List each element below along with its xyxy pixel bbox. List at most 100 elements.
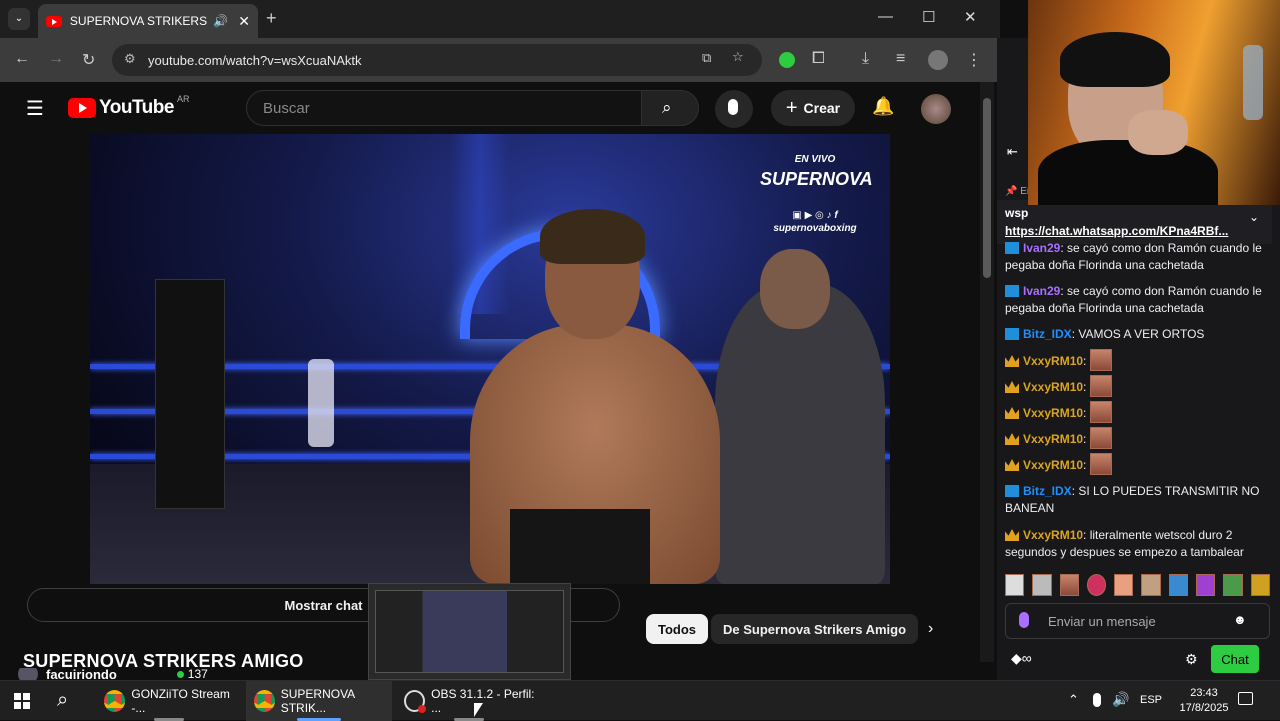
- pinned-message[interactable]: wsp https://chat.whatsapp.com/KPna4RBf..…: [997, 200, 1272, 244]
- chat-username[interactable]: Bitz_IDX: [1023, 484, 1072, 498]
- chat-colon: :: [1083, 406, 1090, 420]
- back-icon[interactable]: ←: [14, 50, 30, 68]
- taskbar-item-obs[interactable]: OBS 31.1.2 - Perfil: ...: [396, 681, 542, 721]
- region-code: AR: [176, 94, 190, 104]
- emote-icon[interactable]: [1141, 574, 1161, 596]
- new-tab-button[interactable]: +: [266, 8, 277, 29]
- download-icon[interactable]: ⤓: [862, 50, 869, 68]
- windows-start-icon[interactable]: [14, 693, 30, 709]
- tab-title: SUPERNOVA STRIKERS AMI: [69, 14, 209, 28]
- voice-search-button[interactable]: [715, 90, 753, 128]
- chips-next-icon[interactable]: ›: [928, 620, 933, 638]
- taskbar-item-chrome-gonzito[interactable]: GONZiiTO Stream -...: [96, 681, 242, 721]
- chat-username[interactable]: VxxyRM10: [1023, 380, 1083, 394]
- emote-icon: [1089, 349, 1112, 371]
- microphone-icon[interactable]: [1019, 612, 1029, 628]
- install-icon[interactable]: ⧉: [702, 50, 711, 66]
- chat-message: VxxyRM10:: [1005, 401, 1267, 423]
- channel-name[interactable]: facuiriondo: [46, 668, 117, 680]
- emote-icon[interactable]: [1059, 574, 1079, 596]
- obs-preview-thumbnail[interactable]: [368, 583, 571, 680]
- taskbar-item-chrome-supernova[interactable]: SUPERNOVA STRIK...: [246, 681, 392, 721]
- emote-icon[interactable]: [1196, 574, 1216, 596]
- tray-chevron-icon[interactable]: ⌃: [1068, 692, 1079, 708]
- youtube-logo-text: YouTube: [99, 97, 174, 118]
- emote-icon[interactable]: [1168, 574, 1189, 596]
- boxer-hair: [540, 209, 645, 264]
- person-body: [1038, 140, 1218, 205]
- emote-icon: [1089, 427, 1112, 449]
- emote-icon[interactable]: [1032, 574, 1052, 596]
- social-icons: ▣ ▶ ◎ ♪ f: [792, 210, 838, 221]
- media-control-icon[interactable]: ≡: [896, 50, 905, 68]
- profile-avatar[interactable]: [928, 50, 948, 70]
- emote-icon[interactable]: [1005, 574, 1025, 596]
- site-info-icon[interactable]: ⚙: [124, 51, 136, 67]
- notifications-icon[interactable]: [1238, 692, 1253, 705]
- collapse-chat-icon[interactable]: ⇤: [1007, 144, 1018, 160]
- chat-username[interactable]: VxxyRM10: [1023, 528, 1083, 542]
- maximize-button[interactable]: ☐: [922, 8, 935, 26]
- youtube-logo[interactable]: YouTube AR: [68, 94, 190, 119]
- plus-icon: +: [785, 96, 798, 119]
- url-field[interactable]: ⚙ youtube.com/watch?v=wsXcuaNAktk ⧉ ☆: [112, 44, 762, 76]
- emote-icon[interactable]: [1114, 574, 1134, 596]
- bits-icon[interactable]: ◆∞: [1011, 650, 1032, 667]
- settings-gear-icon[interactable]: ⚙: [1185, 651, 1198, 668]
- url-text: youtube.com/watch?v=wsXcuaNAktk: [148, 52, 362, 68]
- extension-green-icon[interactable]: [779, 52, 795, 68]
- chat-username[interactable]: VxxyRM10: [1023, 406, 1083, 420]
- notifications-bell-icon[interactable]: 🔔: [872, 96, 894, 117]
- chat-username[interactable]: Ivan29: [1023, 241, 1060, 255]
- chat-username[interactable]: Bitz_IDX: [1023, 327, 1072, 341]
- extensions-icon[interactable]: ⧠: [812, 50, 825, 68]
- volume-icon[interactable]: 🔊: [1112, 691, 1129, 708]
- close-window-button[interactable]: ✕: [964, 8, 977, 26]
- clock[interactable]: 23:43 17/8/2025: [1174, 686, 1234, 716]
- chat-username[interactable]: VxxyRM10: [1023, 432, 1083, 446]
- language-indicator[interactable]: ESP: [1140, 694, 1162, 706]
- live-dot-icon: [176, 670, 184, 678]
- menu-dots-icon[interactable]: ⋮: [966, 50, 982, 70]
- clock-date: 17/8/2025: [1179, 702, 1229, 714]
- search-icon[interactable]: ⌕: [57, 689, 68, 712]
- chip-all[interactable]: Todos: [646, 614, 709, 644]
- speaker-icon[interactable]: 🔊: [213, 14, 228, 28]
- emoji-icon[interactable]: ☻: [1233, 612, 1247, 627]
- chat-colon: :: [1083, 458, 1090, 472]
- emote-icon[interactable]: [1250, 574, 1270, 596]
- account-avatar[interactable]: [921, 94, 951, 124]
- chat-username[interactable]: Ivan29: [1023, 284, 1060, 298]
- search-button[interactable]: ⌕: [641, 90, 699, 126]
- tab-youtube[interactable]: SUPERNOVA STRIKERS AMI 🔊 ✕: [38, 4, 258, 38]
- send-chat-button[interactable]: Chat: [1211, 645, 1259, 673]
- channel-avatar[interactable]: [18, 668, 38, 680]
- chat-message: VxxyRM10: literalmente wetscol duro 2 se…: [1005, 527, 1267, 561]
- search-input[interactable]: Buscar: [246, 90, 642, 126]
- pinned-title: wsp: [1005, 206, 1029, 220]
- chat-colon: :: [1083, 528, 1090, 542]
- chat-input[interactable]: Enviar un mensaje: [1005, 603, 1270, 639]
- chevron-down-icon[interactable]: ⌄: [1249, 210, 1259, 224]
- minimize-button[interactable]: —: [878, 8, 893, 25]
- emote-icon[interactable]: [1223, 574, 1243, 596]
- chat-message: VxxyRM10:: [1005, 349, 1267, 371]
- video-player[interactable]: EN VIVO SUPERNOVA ▣ ▶ ◎ ♪ f supernovabox…: [90, 134, 890, 584]
- hamburger-menu-icon[interactable]: ☰: [26, 96, 44, 121]
- live-label: EN VIVO: [794, 154, 836, 165]
- page-scrollbar[interactable]: [980, 82, 994, 662]
- bookmark-star-icon[interactable]: ☆: [732, 49, 744, 65]
- tab-search-button[interactable]: ⌄: [8, 8, 30, 30]
- chat-colon: :: [1083, 432, 1090, 446]
- forward-icon[interactable]: →: [48, 50, 64, 68]
- chip-channel[interactable]: De Supernova Strikers Amigo: [711, 614, 919, 644]
- tab-close-icon[interactable]: ✕: [238, 13, 250, 30]
- reload-icon[interactable]: ↻: [82, 50, 95, 70]
- tray-microphone-icon[interactable]: [1093, 693, 1101, 707]
- emote-icon[interactable]: [1086, 574, 1107, 596]
- chat-username[interactable]: VxxyRM10: [1023, 354, 1083, 368]
- scrollbar-thumb[interactable]: [983, 98, 991, 278]
- create-button[interactable]: + Crear: [771, 90, 855, 126]
- pinned-link[interactable]: https://chat.whatsapp.com/KPna4RBf...: [1005, 224, 1264, 238]
- chat-username[interactable]: VxxyRM10: [1023, 458, 1083, 472]
